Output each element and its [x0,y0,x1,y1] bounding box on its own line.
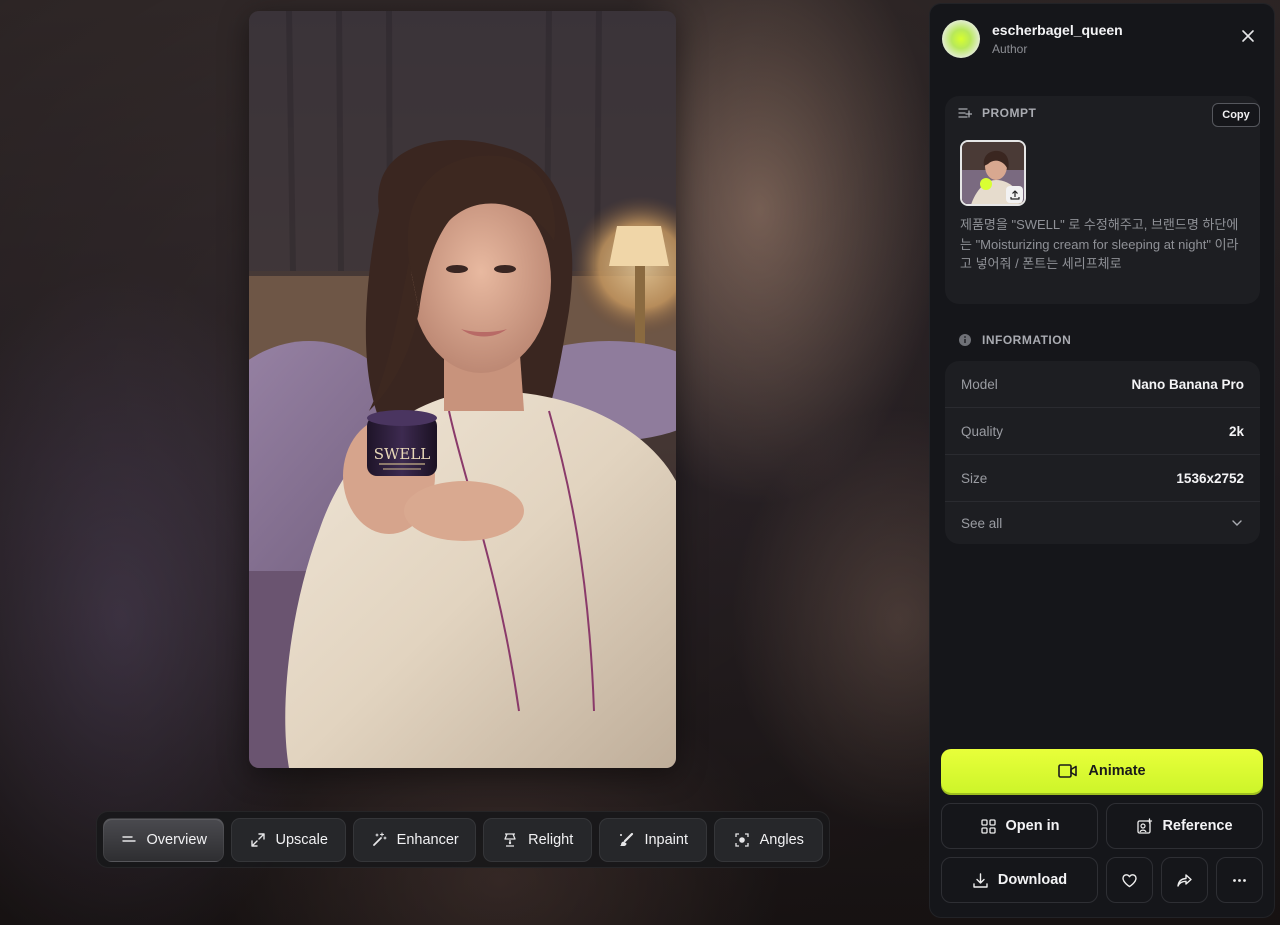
tab-inpaint[interactable]: Inpaint [598,817,708,862]
brush-icon [620,832,634,846]
grid-icon [980,818,996,834]
avatar[interactable] [942,20,980,58]
generated-image-art: SWELL [249,11,676,768]
info-icon [959,334,971,346]
info-key: Model [961,376,998,392]
share-button[interactable] [1161,857,1208,903]
information-heading-label: INFORMATION [982,333,1072,347]
animate-button[interactable]: Animate [941,749,1263,793]
details-panel: escherbagel_queen Author PROMPT Copy 제품명… [929,3,1275,918]
reference-label: Reference [1162,818,1233,834]
image-tools-toolbar: Overview Upscale Enhancer Relight Inpain… [96,811,830,868]
prompt-icon [958,108,972,118]
more-icon [1233,878,1246,882]
reference-button[interactable]: Reference [1106,803,1263,849]
tab-upscale-label: Upscale [275,831,328,848]
author-block[interactable]: escherbagel_queen Author [942,20,1123,58]
information-card: Model Nano Banana Pro Quality 2k Size 15… [945,361,1260,544]
tab-overview[interactable]: Overview [103,817,225,862]
angles-icon [734,832,749,847]
overview-icon [121,835,136,842]
reference-thumbnail[interactable] [960,140,1026,206]
close-icon[interactable] [1238,26,1258,46]
upload-icon[interactable] [1006,186,1023,203]
expand-icon [250,832,265,847]
see-all-toggle[interactable]: See all [945,502,1260,544]
tab-angles-label: Angles [759,831,804,848]
info-value: Nano Banana Pro [1131,376,1244,392]
prompt-text: 제품명을 "SWELL" 로 수정해주고, 브랜드명 하단에는 "Moistur… [960,217,1239,271]
magic-wand-icon [372,831,387,846]
open-in-label: Open in [1005,818,1060,834]
tab-inpaint-label: Inpaint [644,831,688,848]
info-value: 1536x2752 [1176,470,1244,486]
copy-button[interactable]: Copy [1212,103,1260,127]
video-camera-icon [1058,764,1078,778]
animate-label: Animate [1088,763,1146,779]
download-label: Download [997,872,1068,888]
like-button[interactable] [1106,857,1153,903]
prompt-heading: PROMPT [958,106,1036,120]
author-name[interactable]: escherbagel_queen [992,22,1123,38]
generated-image[interactable]: SWELL [249,11,676,768]
reference-image-icon [1137,817,1153,834]
more-options-button[interactable] [1216,857,1263,903]
relight-icon [504,832,516,847]
tab-enhancer[interactable]: Enhancer [352,817,477,862]
tab-relight[interactable]: Relight [483,817,592,862]
info-row-quality: Quality 2k [945,408,1260,455]
tab-angles[interactable]: Angles [714,817,824,862]
info-value: 2k [1228,423,1244,439]
tab-upscale[interactable]: Upscale [231,817,346,862]
tab-enhancer-label: Enhancer [396,831,459,848]
info-row-size: Size 1536x2752 [945,455,1260,502]
author-role: Author [992,42,1028,56]
tab-relight-label: Relight [528,831,574,848]
chevron-down-icon [1232,520,1242,526]
see-all-label: See all [961,515,1003,531]
jar-label: SWELL [374,445,431,463]
info-key: Size [961,470,988,486]
heart-icon [1122,873,1137,887]
download-icon [973,872,988,888]
tab-overview-label: Overview [146,831,207,848]
info-key: Quality [961,423,1004,439]
information-heading: INFORMATION [958,333,1071,347]
info-row-model: Model Nano Banana Pro [945,361,1260,408]
prompt-heading-label: PROMPT [982,106,1037,120]
download-button[interactable]: Download [941,857,1098,903]
share-icon [1177,873,1192,887]
open-in-button[interactable]: Open in [941,803,1098,849]
